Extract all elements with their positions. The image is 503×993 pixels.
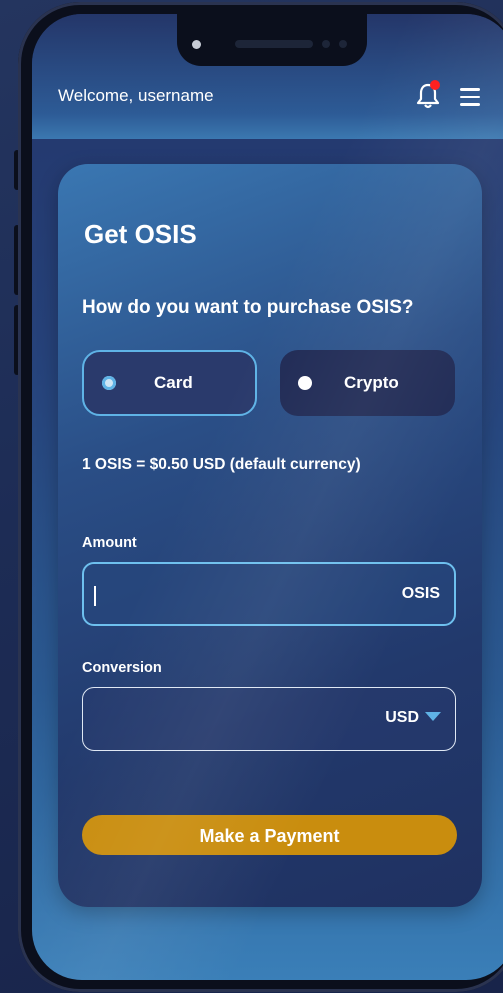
phone-screen: Welcome, username Get OSIS How do you wa… <box>32 14 503 980</box>
option-label: Crypto <box>344 373 399 392</box>
phone-notch <box>177 14 367 66</box>
purchase-card: Get OSIS How do you want to purchase OSI… <box>58 164 482 907</box>
notification-dot <box>430 80 440 90</box>
radio-unselected-icon <box>298 376 312 390</box>
amount-unit: OSIS <box>401 585 440 602</box>
option-label: Card <box>154 373 193 392</box>
currency-value: USD <box>385 709 419 726</box>
chevron-down-icon <box>425 712 441 721</box>
sensor-dot <box>339 40 347 48</box>
currency-select[interactable]: USD <box>385 709 441 727</box>
payment-option-crypto[interactable]: Crypto <box>280 350 455 416</box>
make-payment-button[interactable]: Make a Payment <box>82 815 457 855</box>
purchase-question: How do you want to purchase OSIS? <box>82 297 414 318</box>
conversion-field[interactable]: USD <box>82 687 456 751</box>
payment-option-card[interactable]: Card <box>82 350 257 416</box>
sensor-dot <box>322 40 330 48</box>
text-cursor <box>94 586 96 606</box>
exchange-rate-text: 1 OSIS = $0.50 USD (default currency) <box>82 456 361 473</box>
radio-selected-icon <box>102 376 116 390</box>
conversion-label: Conversion <box>82 660 162 676</box>
camera-icon <box>192 40 201 49</box>
page-title: Get OSIS <box>84 219 197 249</box>
amount-input[interactable]: OSIS <box>82 562 456 626</box>
amount-label: Amount <box>82 535 137 551</box>
hamburger-menu-icon[interactable] <box>460 88 480 106</box>
speaker-grille <box>235 40 313 48</box>
welcome-text: Welcome, username <box>58 86 214 105</box>
